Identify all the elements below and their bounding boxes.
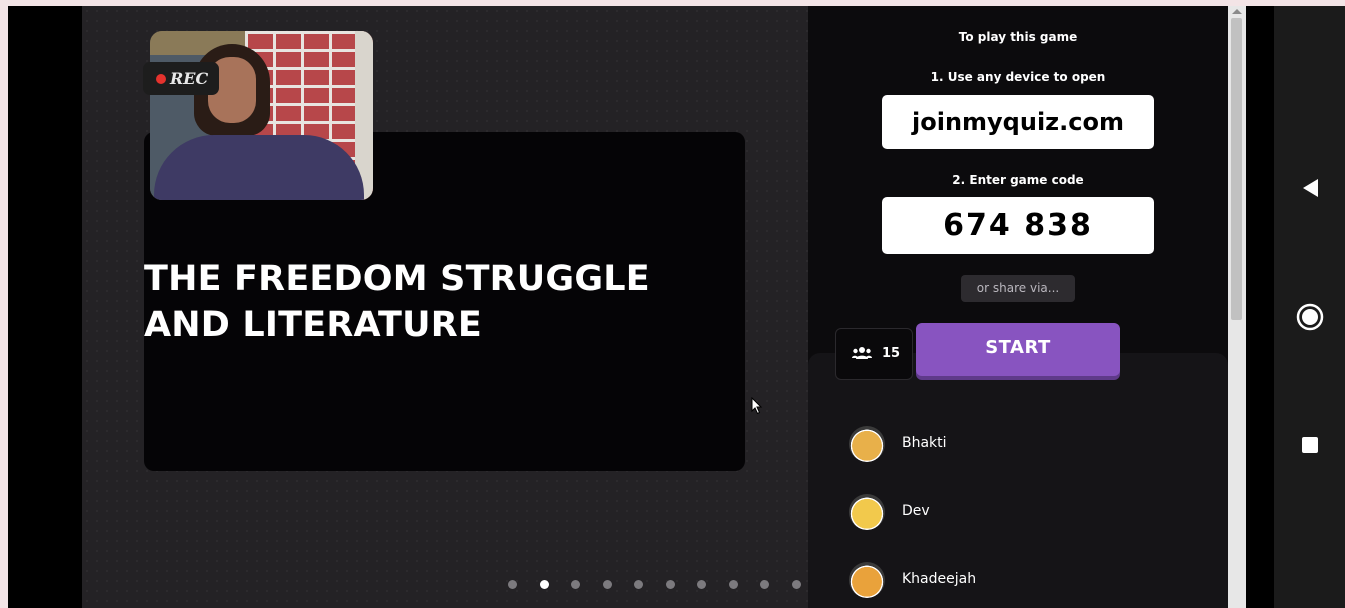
player-name: Bhakti xyxy=(902,435,947,451)
game-code-box[interactable]: 674 838 xyxy=(882,197,1154,254)
rec-label: REC xyxy=(170,69,209,88)
join-panel: To play this game 1. Use any device to o… xyxy=(808,6,1228,608)
player-name: Khadeejah xyxy=(902,571,977,587)
player-count-button[interactable]: 15 xyxy=(835,328,913,380)
pagination-dot[interactable] xyxy=(760,580,769,589)
pagination-dot[interactable] xyxy=(571,580,580,589)
android-nav-bar xyxy=(1274,6,1345,608)
player-avatar xyxy=(849,426,885,462)
pagination-dot[interactable] xyxy=(634,580,643,589)
player-name: Dev xyxy=(902,503,930,519)
pagination-dot[interactable] xyxy=(697,580,706,589)
share-via-button[interactable]: or share via... xyxy=(961,275,1075,302)
join-url: joinmyquiz.com xyxy=(912,108,1124,136)
back-triangle-icon[interactable] xyxy=(1290,168,1330,208)
webcam-person-body xyxy=(154,135,364,200)
recents-square-icon[interactable] xyxy=(1290,425,1330,465)
pagination-dot[interactable] xyxy=(665,580,675,589)
pagination-dot[interactable] xyxy=(539,580,549,589)
join-heading: To play this game xyxy=(958,30,1078,44)
player-avatar xyxy=(849,562,885,598)
screen-frame: THE FREEDOM STRUGGLE AND LITERATURE REC … xyxy=(8,6,1345,608)
mouse-cursor-icon xyxy=(751,397,763,415)
players-list: Bhakti Dev Khadeejah xyxy=(808,353,1228,608)
scroll-up-arrow-icon[interactable] xyxy=(1232,9,1242,14)
pagination-dot[interactable] xyxy=(728,580,738,589)
record-dot-icon xyxy=(156,74,166,84)
join-step-2: 2. Enter game code xyxy=(952,173,1084,187)
slide-title: THE FREEDOM STRUGGLE AND LITERATURE xyxy=(144,259,650,345)
scrollbar[interactable] xyxy=(1228,6,1246,608)
pagination-dot[interactable] xyxy=(791,580,801,589)
webcam-preview[interactable] xyxy=(150,31,373,200)
home-circle-icon[interactable] xyxy=(1290,297,1330,337)
left-letterbox xyxy=(8,6,82,608)
player-count: 15 xyxy=(882,346,901,361)
rec-badge[interactable]: REC xyxy=(143,62,219,95)
join-step-1: 1. Use any device to open xyxy=(930,70,1106,84)
start-button[interactable]: START xyxy=(916,323,1120,376)
game-code: 674 838 xyxy=(943,208,1093,243)
presentation-stage: THE FREEDOM STRUGGLE AND LITERATURE REC xyxy=(82,6,808,608)
join-url-box[interactable]: joinmyquiz.com xyxy=(882,95,1154,149)
player-avatar xyxy=(849,494,885,530)
users-icon xyxy=(852,347,872,359)
scroll-thumb[interactable] xyxy=(1231,18,1242,320)
pagination-dot[interactable] xyxy=(602,580,612,589)
pagination-dot[interactable] xyxy=(508,580,517,589)
